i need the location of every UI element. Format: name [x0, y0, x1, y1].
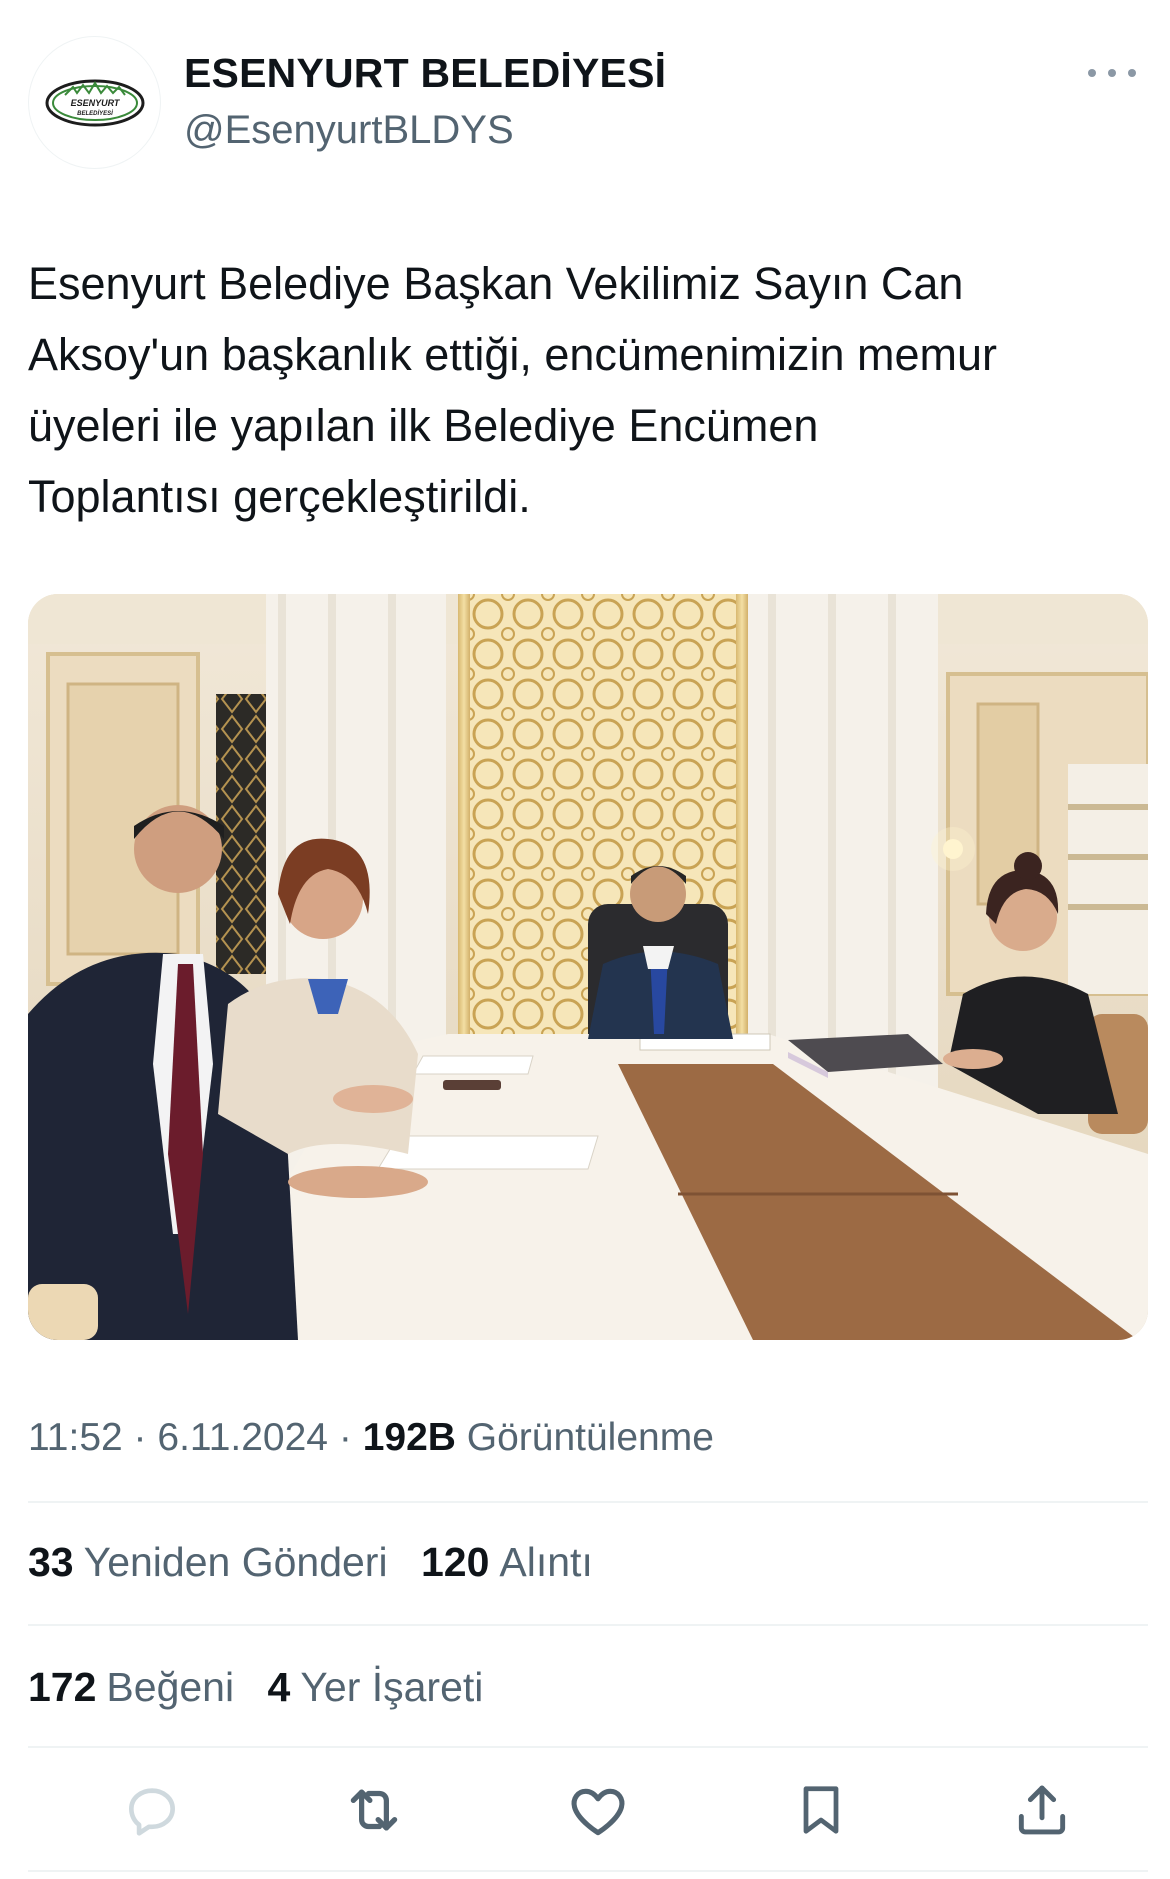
tweet-time[interactable]: 11:52: [28, 1416, 123, 1459]
share-icon[interactable]: [1002, 1770, 1082, 1850]
more-options-icon[interactable]: [1082, 58, 1142, 88]
likes-stat[interactable]: 172 Beğeni: [28, 1662, 234, 1712]
divider: [28, 1870, 1148, 1872]
tweet-date[interactable]: 6.11.2024: [157, 1416, 328, 1459]
esenyurt-logo: ESENYURT BELEDİYESİ: [45, 79, 144, 126]
reposts-count: 33: [28, 1539, 74, 1585]
author-handle[interactable]: @EsenyurtBLDYS: [184, 106, 666, 154]
author-avatar[interactable]: ESENYURT BELEDİYESİ: [28, 36, 161, 169]
meta-separator: ·: [133, 1416, 147, 1459]
divider: [28, 1746, 1148, 1748]
quotes-stat[interactable]: 120 Alıntı: [421, 1537, 593, 1587]
author-display-name[interactable]: ESENYURT BELEDİYESİ: [184, 48, 666, 98]
heart-icon[interactable]: [558, 1770, 638, 1850]
reposts-label: Yeniden Gönderi: [83, 1539, 388, 1585]
quotes-label: Alıntı: [499, 1539, 593, 1585]
views-label: Görüntülenme: [466, 1416, 714, 1459]
tweet-action-bar: [28, 1770, 1148, 1860]
tweet-header: ESENYURT BELEDİYESİ ESENYURT BELEDİYESİ …: [28, 36, 1142, 171]
reposts-stat[interactable]: 33 Yeniden Gönderi: [28, 1537, 388, 1587]
quotes-count: 120: [420, 1539, 490, 1585]
meeting-photo-illustration: [28, 594, 1148, 1340]
logo-text-line1: ESENYURT: [70, 98, 120, 108]
bookmarks-stat[interactable]: 4 Yer İşareti: [268, 1662, 484, 1712]
tweet-meta: 11:52 · 6.11.2024 · 192B Görüntülenme: [28, 1414, 714, 1462]
bookmark-icon[interactable]: [781, 1770, 861, 1850]
meta-separator: ·: [338, 1416, 352, 1459]
author-names: ESENYURT BELEDİYESİ @EsenyurtBLDYS: [184, 48, 666, 154]
bookmarks-count: 4: [267, 1664, 291, 1710]
bookmarks-label: Yer İşareti: [300, 1664, 484, 1710]
divider: [28, 1501, 1148, 1503]
likes-count: 172: [28, 1664, 97, 1710]
logo-text-line2: BELEDİYESİ: [77, 110, 113, 117]
reply-icon[interactable]: [112, 1770, 192, 1850]
tweet-photo[interactable]: [28, 594, 1148, 1340]
stats-row-likes-bookmarks: 172 Beğeni 4 Yer İşareti: [28, 1662, 505, 1712]
stats-row-reposts-quotes: 33 Yeniden Gönderi 120 Alıntı: [28, 1537, 615, 1587]
tweet-text: Esenyurt Belediye Başkan Vekilimiz Sayın…: [28, 258, 997, 522]
views-count: 192B: [362, 1416, 456, 1459]
retweet-icon[interactable]: [334, 1770, 414, 1850]
likes-label: Beğeni: [106, 1664, 235, 1710]
divider: [28, 1624, 1148, 1626]
